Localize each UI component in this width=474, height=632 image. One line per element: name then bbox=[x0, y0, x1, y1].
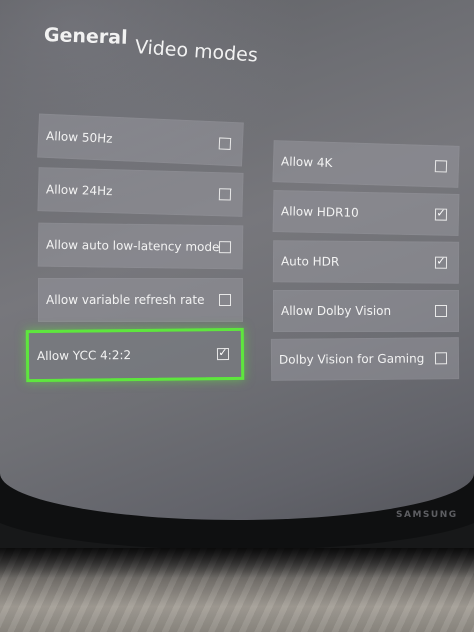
checkbox[interactable] bbox=[434, 352, 448, 365]
option-label: Allow 50Hz bbox=[45, 128, 113, 146]
checkbox-checked[interactable]: ✓ bbox=[216, 346, 230, 361]
option-allow-ycc-422[interactable]: Allow YCC 4:2:2 ✓ bbox=[25, 327, 245, 383]
checkbox[interactable] bbox=[218, 188, 232, 201]
desk-shadow bbox=[0, 548, 474, 578]
option-allow-24hz[interactable]: Allow 24Hz bbox=[37, 167, 244, 217]
option-label: Dolby Vision for Gaming bbox=[278, 351, 425, 367]
option-allow-auto-low-latency[interactable]: Allow auto low-latency mode bbox=[37, 222, 244, 270]
option-label: Allow 4K bbox=[280, 154, 333, 170]
option-allow-variable-refresh-rate[interactable]: Allow variable refresh rate bbox=[38, 278, 243, 322]
option-label: Allow variable refresh rate bbox=[46, 293, 205, 307]
checkbox-checked[interactable]: ✓ bbox=[434, 206, 448, 221]
option-dolby-vision-gaming[interactable]: Dolby Vision for Gaming bbox=[270, 337, 460, 381]
option-label: Allow 24Hz bbox=[45, 182, 113, 199]
option-label: Allow Dolby Vision bbox=[281, 304, 392, 318]
checkbox[interactable] bbox=[434, 160, 448, 173]
checkbox[interactable] bbox=[435, 305, 447, 317]
option-label: Auto HDR bbox=[280, 254, 340, 269]
photo: General Video modes Allow 50Hz Allow 24H… bbox=[0, 0, 474, 632]
option-allow-50hz[interactable]: Allow 50Hz bbox=[37, 113, 244, 167]
checkbox[interactable] bbox=[218, 137, 232, 150]
checkbox[interactable] bbox=[218, 241, 232, 254]
option-label: Allow HDR10 bbox=[280, 204, 359, 220]
option-auto-hdr[interactable]: Auto HDR ✓ bbox=[272, 240, 460, 284]
tab-general[interactable]: General bbox=[44, 24, 128, 49]
check-icon: ✓ bbox=[218, 346, 228, 360]
option-label: Allow auto low-latency mode bbox=[45, 237, 220, 255]
option-allow-4k[interactable]: Allow 4K bbox=[272, 140, 460, 188]
option-allow-hdr10[interactable]: Allow HDR10 ✓ bbox=[272, 190, 460, 236]
monitor-brand-logo: SAMSUNG bbox=[396, 510, 458, 520]
checkbox-checked[interactable]: ✓ bbox=[434, 254, 448, 269]
check-icon: ✓ bbox=[436, 254, 446, 268]
checkbox[interactable] bbox=[219, 294, 231, 306]
option-label: Allow YCC 4:2:2 bbox=[36, 348, 132, 364]
check-icon: ✓ bbox=[436, 206, 446, 220]
option-allow-dolby-vision[interactable]: Allow Dolby Vision bbox=[273, 290, 459, 332]
